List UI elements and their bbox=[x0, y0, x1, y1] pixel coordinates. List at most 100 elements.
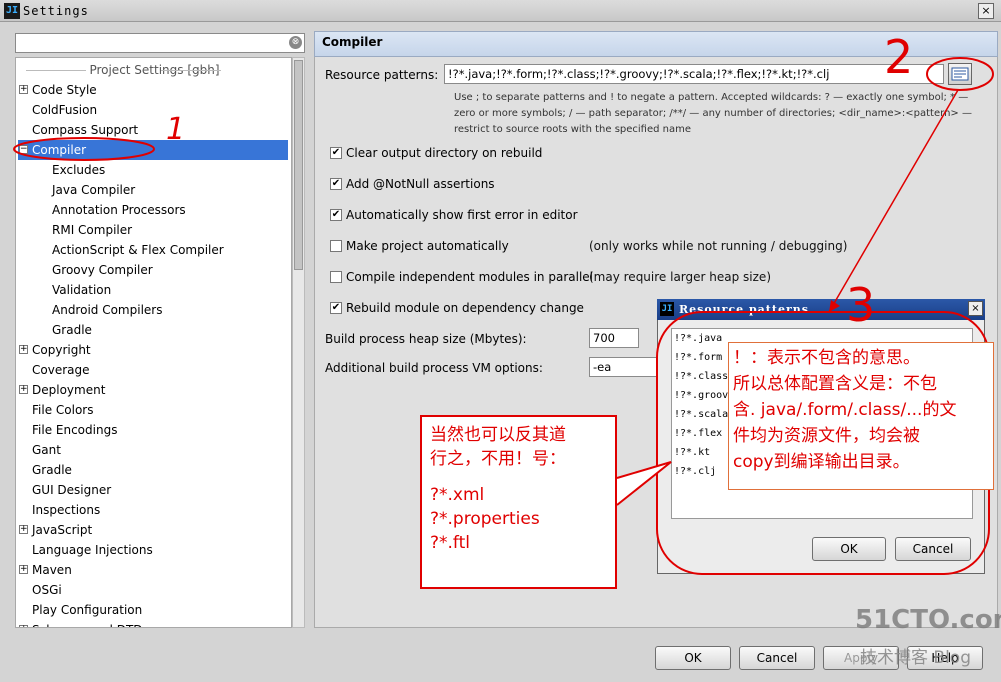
pattern-line: !?*.java bbox=[674, 333, 723, 344]
tree-item[interactable]: RMI Compiler bbox=[51, 220, 289, 240]
dialog-close-button[interactable]: × bbox=[968, 301, 983, 316]
callout-line: ?*.xml bbox=[430, 485, 485, 505]
expand-toggle-icon[interactable]: + bbox=[19, 85, 28, 94]
close-button[interactable]: × bbox=[978, 3, 994, 19]
tree-item-label: Compass Support bbox=[32, 123, 139, 137]
tree-item[interactable]: Gradle bbox=[31, 460, 271, 480]
dialog-title: Resource patterns bbox=[679, 303, 809, 316]
watermark: 51CTO.com bbox=[855, 605, 1001, 635]
step-number-2: 2 bbox=[884, 30, 914, 84]
option-label[interactable]: Add @NotNull assertions bbox=[346, 177, 495, 191]
tree-item[interactable]: File Encodings bbox=[31, 420, 271, 440]
settings-search-input[interactable] bbox=[15, 33, 305, 53]
tree-item[interactable]: ActionScript & Flex Compiler bbox=[51, 240, 289, 260]
expand-toggle-icon[interactable]: + bbox=[19, 625, 28, 627]
expand-toggle-icon[interactable]: + bbox=[19, 525, 28, 534]
dialog-cancel-button[interactable]: Cancel bbox=[895, 537, 971, 561]
hint-line: zero or more symbols; / — path separator… bbox=[454, 108, 972, 119]
tree-item-label: Deployment bbox=[32, 383, 106, 397]
heap-size-field[interactable]: 700 bbox=[589, 328, 639, 348]
ok-button[interactable]: OK bbox=[655, 646, 731, 670]
pattern-line: !?*.form bbox=[674, 352, 723, 363]
tree-item-label: Gradle bbox=[32, 463, 72, 477]
tree-item[interactable]: JavaScript bbox=[31, 520, 271, 540]
resource-patterns-field[interactable]: !?*.java;!?*.form;!?*.class;!?*.groovy;!… bbox=[444, 64, 944, 84]
option-checkbox[interactable]: ✔ bbox=[330, 178, 342, 190]
tree-item[interactable]: Java Compiler bbox=[51, 180, 289, 200]
tree-item[interactable]: Gradle bbox=[51, 320, 289, 340]
edit-patterns-button[interactable] bbox=[948, 63, 972, 85]
tree-item[interactable]: Inspections bbox=[31, 500, 271, 520]
pattern-line: !?*.class bbox=[674, 371, 729, 382]
tree-item-label: Inspections bbox=[32, 503, 101, 517]
tree-item-label: Gradle bbox=[52, 323, 92, 337]
tree-item[interactable]: Annotation Processors bbox=[51, 200, 289, 220]
option-label[interactable]: Automatically show first error in editor bbox=[346, 208, 578, 222]
option-checkbox[interactable]: ✔ bbox=[330, 147, 342, 159]
tree-item[interactable]: Excludes bbox=[51, 160, 289, 180]
callout-line: 当然也可以反其道 bbox=[430, 425, 566, 445]
tree-item-label: Code Style bbox=[32, 83, 97, 97]
option-note: (only works while not running / debuggin… bbox=[589, 239, 848, 253]
option-label[interactable]: Compile independent modules in parallel bbox=[346, 270, 593, 284]
tree-item[interactable]: Coverage bbox=[31, 360, 271, 380]
option-checkbox[interactable] bbox=[330, 271, 342, 283]
tree-item[interactable]: Schemas and DTDs bbox=[31, 620, 271, 627]
tree-item[interactable]: Copyright bbox=[31, 340, 271, 360]
tree-item[interactable]: File Colors bbox=[31, 400, 271, 420]
tree-scrollbar-thumb[interactable] bbox=[294, 60, 303, 270]
option-label[interactable]: Rebuild module on dependency change bbox=[346, 301, 584, 315]
tree-item-label: Language Injections bbox=[32, 543, 153, 557]
option-checkbox[interactable]: ✔ bbox=[330, 302, 342, 314]
tree-item-label: File Encodings bbox=[32, 423, 118, 437]
tree-item[interactable]: Compiler bbox=[18, 140, 288, 160]
expand-toggle-icon[interactable]: − bbox=[19, 145, 28, 154]
tree-item[interactable]: GUI Designer bbox=[31, 480, 271, 500]
tree-item-label: Groovy Compiler bbox=[52, 263, 153, 277]
tree-item-label: RMI Compiler bbox=[52, 223, 133, 237]
list-edit-icon bbox=[951, 67, 969, 81]
tree-item[interactable]: Play Configuration bbox=[31, 600, 271, 620]
tree-item-label: Schemas and DTDs bbox=[32, 623, 149, 627]
dialog-ok-button[interactable]: OK bbox=[812, 537, 886, 561]
tree-item-label: File Colors bbox=[32, 403, 94, 417]
option-label[interactable]: Clear output directory on rebuild bbox=[346, 146, 542, 160]
vm-options-field[interactable]: -ea bbox=[589, 357, 659, 377]
expand-toggle-icon[interactable]: + bbox=[19, 385, 28, 394]
tree-item-label: GUI Designer bbox=[32, 483, 112, 497]
tree-item[interactable]: Language Injections bbox=[31, 540, 271, 560]
patterns-hint: Use ; to separate patterns and ! to nega… bbox=[454, 90, 974, 138]
tree-item[interactable]: Gant bbox=[31, 440, 271, 460]
callout-line: 行之，不用！号： bbox=[430, 449, 566, 469]
option-checkbox[interactable]: ✔ bbox=[330, 209, 342, 221]
tree-item[interactable]: Groovy Compiler bbox=[51, 260, 289, 280]
clear-search-icon[interactable]: ⊗ bbox=[289, 36, 302, 49]
tree-item[interactable]: Android Compilers bbox=[51, 300, 289, 320]
pattern-line: !?*.flex bbox=[674, 428, 723, 439]
expand-toggle-icon[interactable]: + bbox=[19, 345, 28, 354]
pattern-line: !?*.clj bbox=[674, 466, 717, 477]
tree-item[interactable]: Code Style bbox=[31, 80, 271, 100]
tree-item[interactable]: Compass Support bbox=[31, 120, 271, 140]
tree-item-label: Gant bbox=[32, 443, 61, 457]
tree-item-label: Validation bbox=[52, 283, 112, 297]
tree-item[interactable]: Maven bbox=[31, 560, 271, 580]
tree-item-label: Copyright bbox=[32, 343, 91, 357]
note-line: 件均为资源文件，均会被 bbox=[733, 426, 920, 446]
tree-item[interactable]: ColdFusion bbox=[31, 100, 271, 120]
tree-group-header: Project Settings [gbh] bbox=[16, 63, 291, 77]
hint-line: restrict to source roots with the specif… bbox=[454, 124, 692, 135]
expand-toggle-icon[interactable]: + bbox=[19, 565, 28, 574]
alternative-callout: 当然也可以反其道 行之，不用！号： ?*.xml ?*.properties ?… bbox=[420, 415, 617, 589]
hint-line: Use ; to separate patterns and ! to nega… bbox=[454, 92, 969, 103]
tree-item[interactable]: OSGi bbox=[31, 580, 271, 600]
tree-item[interactable]: Deployment bbox=[31, 380, 271, 400]
tree-item-label: Excludes bbox=[52, 163, 106, 177]
cancel-button[interactable]: Cancel bbox=[739, 646, 815, 670]
option-label[interactable]: Make project automatically bbox=[346, 239, 509, 253]
option-checkbox[interactable] bbox=[330, 240, 342, 252]
tree-item-label: Annotation Processors bbox=[52, 203, 186, 217]
watermark-sub: 技术博客 Blog bbox=[860, 648, 971, 668]
tree-item-label: Play Configuration bbox=[32, 603, 143, 617]
tree-item[interactable]: Validation bbox=[51, 280, 289, 300]
